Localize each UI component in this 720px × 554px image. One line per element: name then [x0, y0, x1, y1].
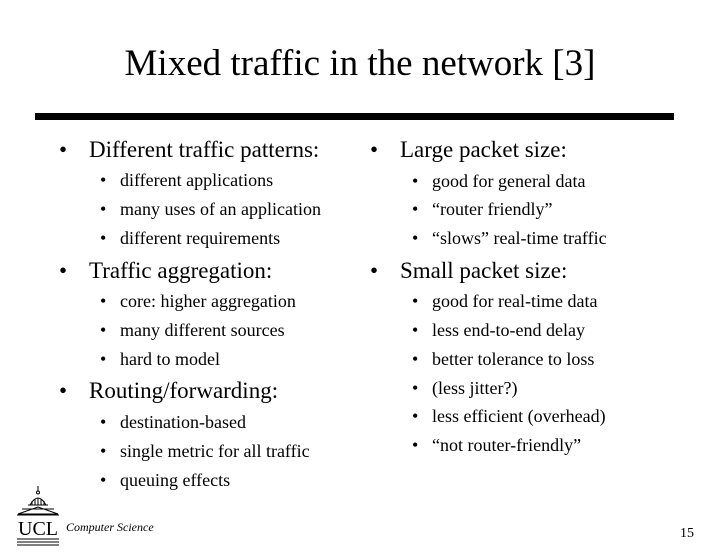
- bullet-item: • single metric for all traffic: [100, 441, 310, 461]
- bullet-item: • hard to model: [100, 349, 220, 369]
- bullet-item: • “router friendly”: [412, 199, 553, 219]
- footer-department: Computer Science: [66, 520, 154, 534]
- bullet-icon: •: [412, 378, 419, 398]
- bullet-icon: •: [412, 171, 419, 191]
- slide-title: Mixed traffic in the network [3]: [124, 43, 596, 84]
- bullet-icon: •: [100, 349, 107, 369]
- page-number: 15: [680, 526, 694, 541]
- logo-text: UCL: [18, 518, 58, 540]
- bullet-icon: •: [412, 320, 419, 340]
- title-divider: [35, 113, 674, 120]
- bullet-icon: •: [412, 228, 419, 248]
- bullet-icon: •: [100, 199, 107, 219]
- bullet-item: • less efficient (overhead): [412, 406, 606, 426]
- bullet-icon: •: [100, 228, 107, 248]
- bullet-icon: •: [59, 137, 68, 162]
- bullet-item: • many different sources: [100, 320, 285, 340]
- bullet-heading: • Traffic aggregation:: [59, 258, 273, 283]
- bullet-heading: • Different traffic patterns:: [59, 137, 320, 162]
- bullet-icon: •: [412, 406, 419, 426]
- bullet-icon: •: [412, 291, 419, 311]
- bullet-icon: •: [100, 470, 107, 490]
- bullet-icon: •: [59, 258, 68, 283]
- bullet-item: • destination-based: [100, 412, 246, 432]
- bullet-icon: •: [370, 258, 379, 283]
- bullet-item: • better tolerance to loss: [412, 349, 595, 369]
- bullet-icon: •: [59, 378, 68, 403]
- bullet-heading: • Large packet size:: [370, 137, 567, 162]
- bullet-item: • many uses of an application: [100, 199, 321, 219]
- bullet-item: • different requirements: [100, 228, 281, 248]
- bullet-item: • less end-to-end delay: [412, 320, 585, 340]
- bullet-icon: •: [100, 291, 107, 311]
- bullet-item: • “not router-friendly”: [412, 435, 582, 455]
- bullet-item: • good for real-time data: [412, 291, 598, 311]
- bullet-item: • different applications: [100, 170, 274, 190]
- bullet-heading: • Routing/forwarding:: [59, 378, 279, 403]
- bullet-icon: •: [100, 441, 107, 461]
- bullet-icon: •: [412, 349, 419, 369]
- bullet-item: • good for general data: [412, 171, 586, 191]
- bullet-item: • (less jitter?): [412, 378, 518, 398]
- bullet-icon: •: [100, 170, 107, 190]
- bullet-icon: •: [100, 412, 107, 432]
- bullet-icon: •: [100, 320, 107, 340]
- bullet-item: • core: higher aggregation: [100, 291, 296, 311]
- bullet-icon: •: [412, 435, 419, 455]
- bullet-icon: •: [370, 137, 379, 162]
- bullet-item: • “slows” real-time traffic: [412, 228, 607, 248]
- bullet-heading: • Small packet size:: [370, 258, 568, 283]
- ucl-logo: UCL: [17, 486, 59, 546]
- bullet-icon: •: [412, 199, 419, 219]
- bullet-item: • queuing effects: [100, 470, 231, 490]
